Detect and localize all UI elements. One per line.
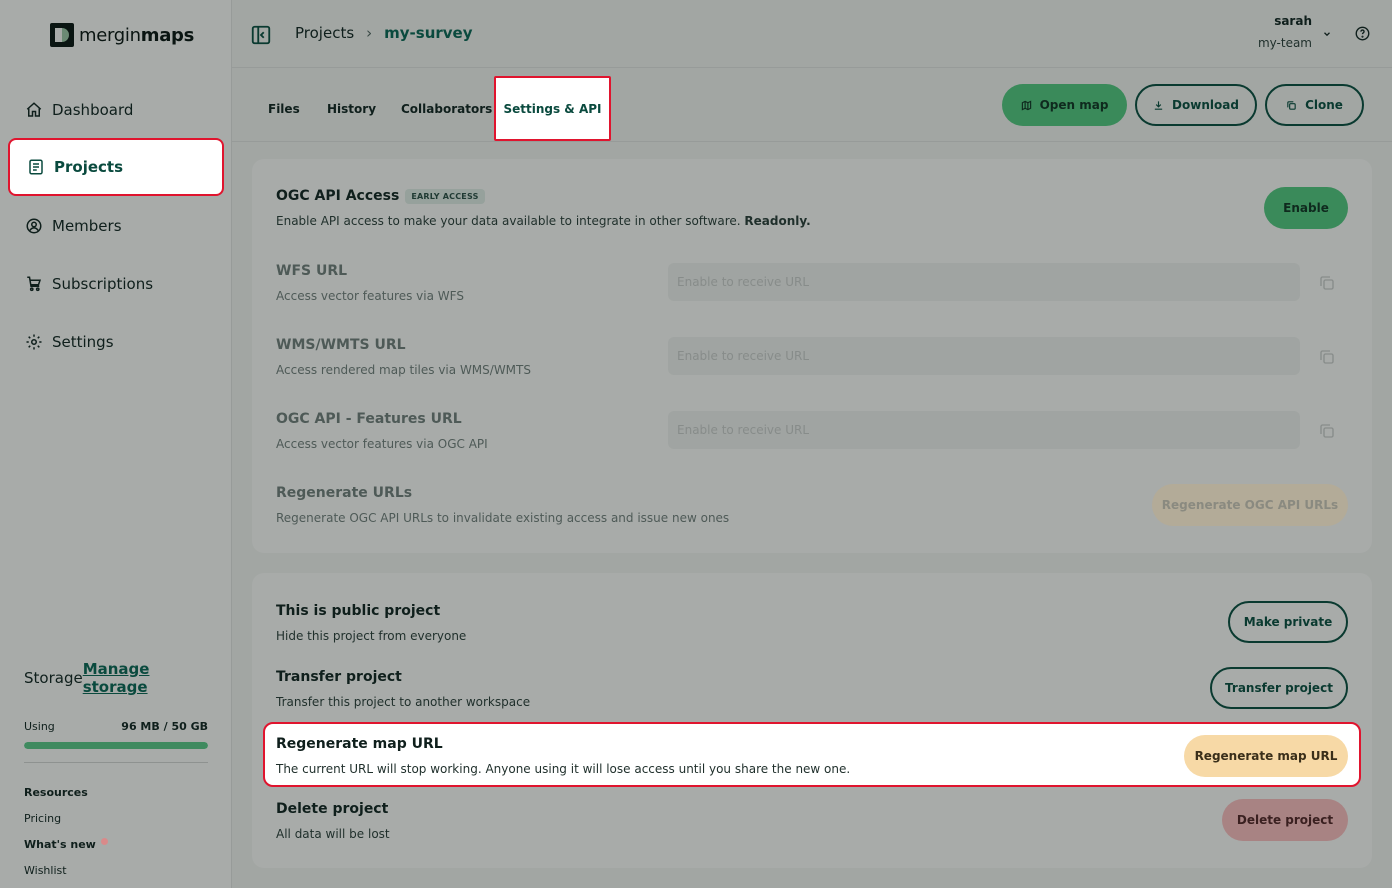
- cart-icon: [24, 274, 44, 294]
- delete-title: Delete project: [276, 801, 389, 817]
- wfs-url-field[interactable]: Enable to receive URL: [668, 263, 1300, 301]
- wishlist-link[interactable]: Wishlist: [24, 857, 208, 883]
- features-subtitle: Access vector features via OGC API: [276, 437, 488, 451]
- transfer-title: Transfer project: [276, 669, 402, 685]
- public-title: This is public project: [276, 603, 441, 619]
- wmts-url-field[interactable]: Enable to receive URL: [668, 337, 1300, 375]
- team-name: my-team: [1257, 36, 1312, 50]
- sidebar-toggle-icon[interactable]: [250, 24, 271, 45]
- manage-storage-link[interactable]: Manage storage: [83, 660, 208, 696]
- sidebar-item-settings[interactable]: Settings: [24, 324, 214, 360]
- ogc-title: OGC API Access EARLY ACCESS: [276, 188, 485, 204]
- wfs-title: WFS URL: [276, 263, 348, 279]
- download-icon: [1153, 100, 1164, 111]
- user-menu[interactable]: sarah my-team: [1258, 14, 1312, 50]
- sidebar-item-subscriptions[interactable]: Subscriptions: [24, 266, 214, 302]
- regenerate-map-url-button[interactable]: Regenerate map URL: [1184, 735, 1348, 777]
- open-map-button[interactable]: Open map: [1002, 84, 1127, 126]
- copy-icon[interactable]: [1318, 274, 1336, 292]
- storage-title: Storage: [24, 669, 83, 687]
- breadcrumb: Projects › my-survey: [295, 24, 473, 42]
- regen-urls-subtitle: Regenerate OGC API URLs to invalidate ex…: [276, 511, 730, 525]
- user-circle-icon: [24, 216, 44, 236]
- delete-project-button[interactable]: Delete project: [1222, 799, 1348, 841]
- home-icon: [24, 100, 44, 120]
- map-icon: [1021, 99, 1032, 111]
- logo-text: merginmaps: [79, 24, 195, 46]
- wfs-subtitle: Access vector features via WFS: [276, 289, 464, 303]
- project-settings-card: This is public project Hide this project…: [252, 573, 1372, 868]
- early-access-badge: EARLY ACCESS: [405, 188, 485, 204]
- sidebar-item-members[interactable]: Members: [24, 208, 214, 244]
- copy-icon: [1286, 100, 1297, 111]
- resources-heading: Resources: [24, 785, 88, 799]
- pricing-link[interactable]: Pricing: [24, 805, 208, 831]
- wmts-subtitle: Access rendered map tiles via WMS/WMTS: [276, 363, 531, 377]
- wmts-title: WMS/WMTS URL: [276, 337, 406, 353]
- transfer-project-button[interactable]: Transfer project: [1210, 667, 1348, 709]
- sidebar-item-dashboard[interactable]: Dashboard: [24, 92, 214, 128]
- ogc-api-card: OGC API Access EARLY ACCESS Enable API ac…: [252, 159, 1372, 553]
- help-icon[interactable]: [1355, 26, 1370, 41]
- tab-collaborators[interactable]: Collaborators: [401, 102, 492, 116]
- delete-subtitle: All data will be lost: [276, 827, 390, 841]
- clone-button[interactable]: Clone: [1265, 84, 1364, 126]
- storage-progress-fill: [24, 742, 208, 749]
- regenerate-ogc-urls-button[interactable]: Regenerate OGC API URLs: [1152, 484, 1348, 526]
- regen-map-title: Regenerate map URL: [276, 736, 443, 752]
- copy-icon[interactable]: [1318, 422, 1336, 440]
- transfer-subtitle: Transfer this project to another workspa…: [276, 695, 531, 709]
- logo[interactable]: merginmaps: [50, 23, 194, 47]
- tab-settings-api[interactable]: Settings & API: [494, 76, 611, 141]
- breadcrumb-current: my-survey: [384, 24, 473, 42]
- divider: [24, 762, 208, 763]
- breadcrumb-separator: ›: [366, 24, 373, 42]
- enable-button[interactable]: Enable: [1264, 187, 1348, 229]
- regenerate-map-url-row: Regenerate map URL The current URL will …: [263, 722, 1361, 787]
- public-subtitle: Hide this project from everyone: [276, 629, 467, 643]
- gear-icon: [24, 332, 44, 352]
- tab-history[interactable]: History: [327, 102, 376, 116]
- ogc-description: Enable API access to make your data avai…: [276, 214, 811, 228]
- storage-using-value: 96 MB / 50 GB: [121, 720, 208, 733]
- download-button[interactable]: Download: [1135, 84, 1257, 126]
- top-header: Projects › my-survey sarah my-team: [232, 0, 1392, 68]
- copy-icon[interactable]: [1318, 348, 1336, 366]
- notification-dot-icon: [100, 837, 108, 845]
- storage-panel: Storage Manage storage Using 96 MB / 50 …: [24, 660, 208, 883]
- regen-urls-title: Regenerate URLs: [276, 485, 413, 501]
- regen-map-subtitle: The current URL will stop working. Anyon…: [276, 762, 851, 776]
- sidebar-item-projects[interactable]: Projects: [8, 138, 224, 196]
- storage-using-label: Using: [24, 720, 55, 733]
- whats-new-link[interactable]: What's new: [24, 831, 208, 857]
- breadcrumb-projects[interactable]: Projects: [295, 24, 354, 42]
- make-private-button[interactable]: Make private: [1228, 601, 1348, 643]
- features-title: OGC API - Features URL: [276, 411, 462, 427]
- list-icon: [26, 157, 46, 177]
- chevron-down-icon[interactable]: [1322, 28, 1332, 43]
- logo-mark-icon: [50, 23, 74, 47]
- storage-progress-bar: [24, 742, 208, 749]
- sidebar: merginmaps Dashboard Projects Members Su…: [0, 0, 232, 888]
- tab-files[interactable]: Files: [268, 102, 300, 116]
- project-tabs: Files History Collaborators Settings & A…: [232, 68, 1392, 142]
- features-url-field[interactable]: Enable to receive URL: [668, 411, 1300, 449]
- user-name: sarah: [1274, 14, 1312, 28]
